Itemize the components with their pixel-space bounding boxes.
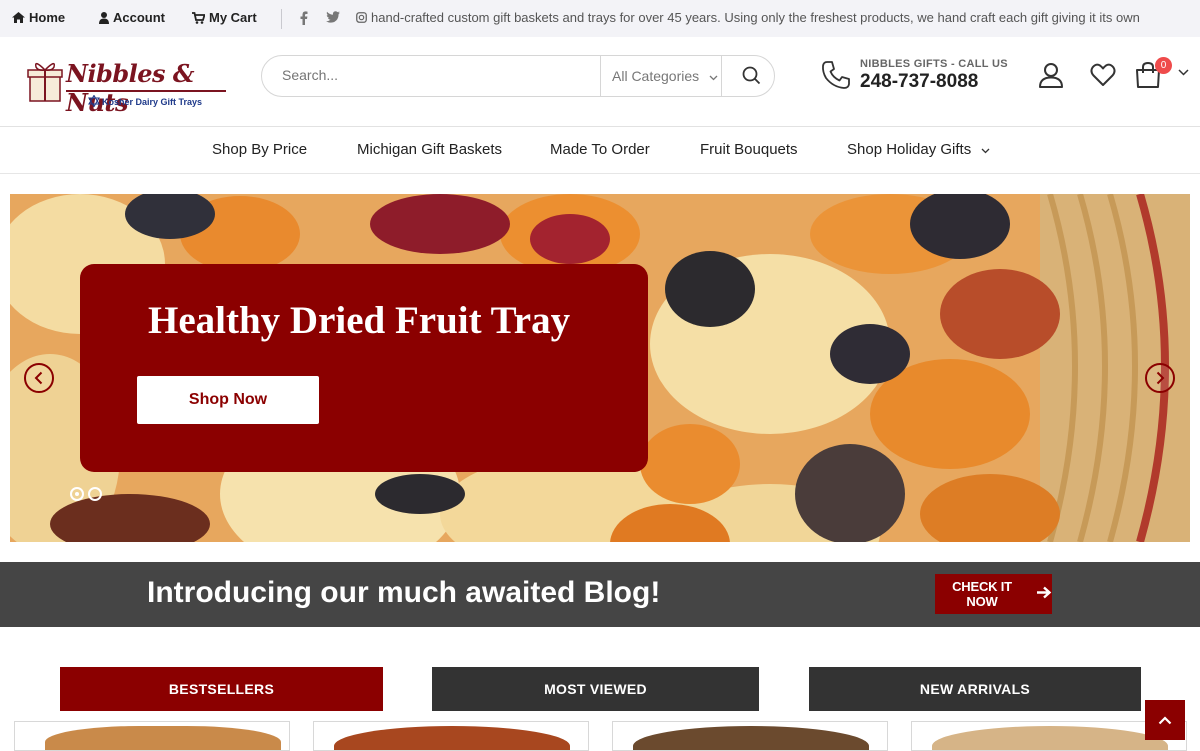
arrow-right-icon	[1037, 586, 1052, 602]
announcement-ticker: hand-crafted custom gift baskets and tra…	[356, 10, 1140, 25]
cart-count-badge: 0	[1155, 57, 1172, 74]
site-logo[interactable]: Nibbles & Nuts Kosher Dairy Gift Trays	[26, 57, 236, 117]
home-link[interactable]: Home	[12, 10, 65, 25]
user-account-icon[interactable]	[1038, 62, 1064, 88]
product-card[interactable]	[313, 721, 589, 751]
tab-bestsellers[interactable]: BESTSELLERS	[60, 667, 383, 711]
logo-wordmark: Nibbles & Nuts	[66, 59, 195, 117]
blog-banner: Introducing our much awaited Blog! CHECK…	[0, 562, 1200, 627]
phone-number[interactable]: 248-737-8088	[860, 71, 978, 93]
user-icon	[99, 11, 109, 24]
search-bar: All Categories	[261, 55, 775, 97]
account-link[interactable]: Account	[99, 10, 165, 25]
product-image	[932, 726, 1168, 750]
scroll-to-top-button[interactable]	[1145, 700, 1185, 740]
nav-shop-holiday-gifts[interactable]: Shop Holiday Gifts	[847, 141, 990, 158]
product-image	[45, 726, 281, 750]
product-card[interactable]	[14, 721, 290, 751]
slider-dot-1[interactable]	[70, 487, 84, 501]
instagram-icon	[356, 12, 367, 23]
divider	[281, 9, 282, 29]
product-image	[633, 726, 869, 750]
home-link-label: Home	[29, 10, 66, 25]
category-select-label: All Categories	[612, 68, 700, 84]
home-icon	[12, 12, 25, 23]
hero-caption-box: Healthy Dried Fruit Tray Shop Now	[80, 264, 648, 472]
tab-most-viewed[interactable]: MOST VIEWED	[432, 667, 759, 711]
check-it-now-button[interactable]: CHECK IT NOW	[935, 574, 1052, 614]
tab-new-arrivals[interactable]: NEW ARRIVALS	[809, 667, 1141, 711]
nav-michigan-gift-baskets[interactable]: Michigan Gift Baskets	[357, 141, 502, 158]
blog-banner-text: Introducing our much awaited Blog!	[147, 576, 661, 609]
star-of-david-icon	[88, 95, 100, 107]
ticker-text: hand-crafted custom gift baskets and tra…	[371, 10, 1140, 25]
call-us-label: NIBBLES GIFTS - CALL US	[860, 58, 1008, 70]
shop-now-button[interactable]: Shop Now	[137, 376, 319, 424]
chevron-right-icon	[1156, 371, 1165, 385]
top-bar: Home Account My Cart hand-crafted custom…	[0, 0, 1200, 37]
check-it-now-label: CHECK IT NOW	[952, 579, 1012, 609]
main-nav: Shop By Price Michigan Gift Baskets Made…	[0, 128, 1200, 174]
nav-shop-by-price[interactable]: Shop By Price	[212, 141, 307, 158]
chevron-left-icon	[34, 371, 43, 385]
search-input[interactable]	[282, 67, 582, 83]
logo-tagline: Kosher Dairy Gift Trays	[102, 97, 203, 107]
my-cart-link-label: My Cart	[209, 10, 257, 25]
chevron-down-icon[interactable]	[1178, 69, 1189, 76]
chevron-down-icon	[981, 141, 990, 158]
my-cart-link[interactable]: My Cart	[192, 10, 257, 25]
nav-shop-holiday-gifts-label: Shop Holiday Gifts	[847, 141, 972, 158]
header: Nibbles & Nuts Kosher Dairy Gift Trays A…	[0, 37, 1200, 127]
product-card[interactable]	[612, 721, 888, 751]
chevron-up-icon	[1158, 715, 1172, 724]
phone-icon	[822, 61, 850, 89]
nav-made-to-order[interactable]: Made To Order	[550, 141, 650, 158]
chevron-down-icon	[709, 68, 718, 84]
twitter-icon[interactable]	[326, 11, 340, 23]
slider-next-button[interactable]	[1145, 363, 1175, 393]
slider-prev-button[interactable]	[24, 363, 54, 393]
gift-box-icon	[27, 62, 63, 102]
wishlist-heart-icon[interactable]	[1090, 63, 1116, 87]
slider-dot-2[interactable]	[88, 487, 102, 501]
category-select[interactable]: All Categories	[600, 56, 722, 96]
cart-icon	[192, 11, 205, 24]
hero-title: Healthy Dried Fruit Tray	[148, 299, 571, 342]
facebook-icon[interactable]	[300, 11, 308, 25]
nav-fruit-bouquets[interactable]: Fruit Bouquets	[700, 141, 798, 158]
hero-slider: Healthy Dried Fruit Tray Shop Now	[10, 194, 1190, 542]
logo-underline	[66, 90, 226, 92]
search-icon[interactable]	[742, 66, 761, 85]
product-image	[334, 726, 570, 750]
account-link-label: Account	[113, 10, 165, 25]
